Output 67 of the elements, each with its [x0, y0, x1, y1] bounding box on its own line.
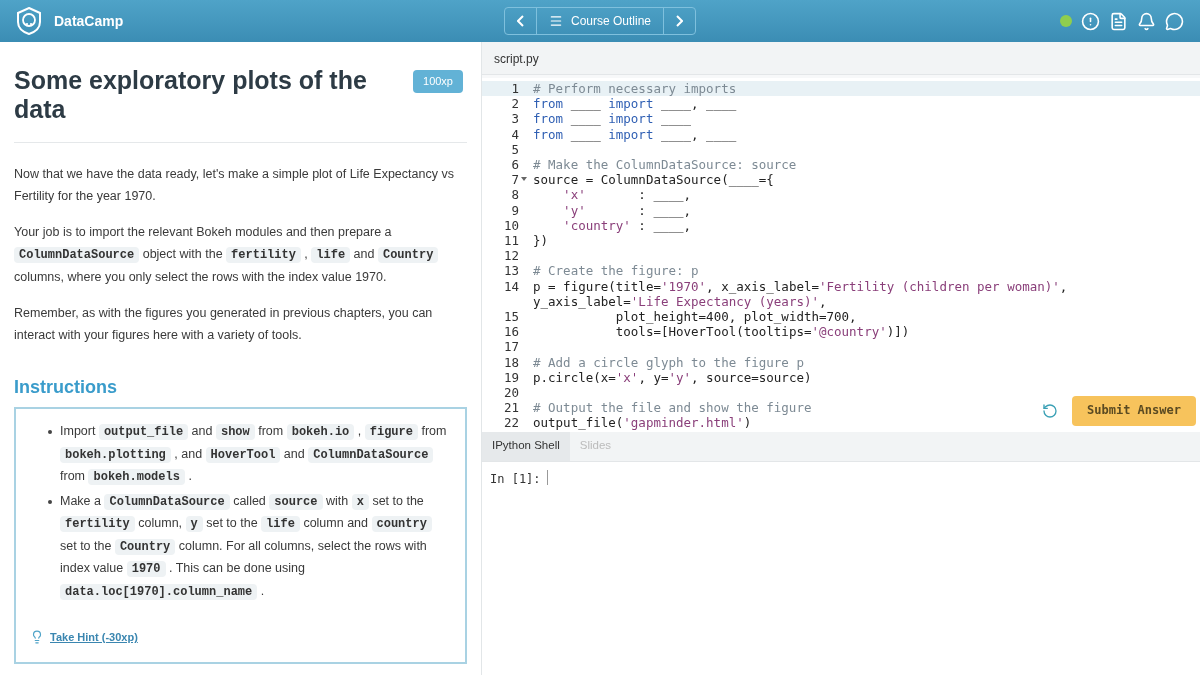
bullet-icon: [48, 499, 52, 504]
line-number: 16: [503, 324, 519, 340]
code-line: 'x' : ____,: [562, 187, 693, 203]
chevron-left-icon: [516, 15, 524, 27]
line-number: 17: [503, 339, 519, 355]
line-number: 21: [503, 400, 519, 416]
brand-name: DataCamp: [54, 11, 124, 31]
line-number: 6: [511, 157, 519, 173]
code-line: from ____ import ____, ____: [532, 126, 738, 142]
code-line: from ____ import ____, ____: [532, 96, 738, 112]
take-hint-link[interactable]: Take Hint (-30xp): [50, 629, 138, 646]
line-number: 22: [503, 415, 519, 431]
code-line: # Perform necessary imports: [532, 81, 738, 97]
line-number: 11: [503, 233, 519, 249]
line-number: 18: [503, 354, 519, 370]
line-number: 5: [511, 141, 519, 157]
instruction-item: Make a ColumnDataSource called source with x set to the fertility column, y set to the life column and country set to the Country column. For all columns, select the rows with index value 1970 . This can be done using data.loc[1970].column_name .: [60, 490, 451, 603]
line-number: 7: [511, 172, 519, 188]
fold-caret-icon[interactable]: [520, 177, 527, 182]
line-number: 20: [503, 385, 519, 401]
line-number: 8: [511, 187, 519, 203]
code-line: }): [532, 233, 550, 249]
chat-icon[interactable]: [1165, 11, 1184, 31]
line-number: 14: [503, 278, 519, 294]
line-number: 13: [503, 263, 519, 279]
line-number: 10: [503, 217, 519, 234]
menu-icon: [548, 14, 563, 28]
reset-icon[interactable]: [1042, 403, 1058, 419]
code-line: # Add a circle glyph to the figure p: [532, 354, 805, 370]
code-line: output_file('gapminder.html'): [532, 415, 753, 431]
line-number: 4: [511, 126, 519, 142]
shell-tab[interactable]: IPython Shell: [482, 431, 570, 461]
logo-icon: [16, 7, 42, 35]
submit-answer-button[interactable]: Submit Answer: [1072, 396, 1196, 426]
code-editor[interactable]: [482, 78, 1200, 432]
instructions-heading: Instructions: [14, 376, 118, 399]
exercise-title: Some exploratory plots of the data: [14, 66, 368, 124]
line-number: 1: [511, 81, 519, 97]
description-paragraph: Remember, as with the figures you generated in previous chapters, you can interact with your figures here with a variety of tools.: [14, 305, 434, 344]
description-paragraph: Your job is to import the relevant Bokeh modules and then prepare a ColumnDataSource object with the fertility , life and Country columns, where you only select the rows with the index value 1970.: [14, 221, 467, 288]
code-line: # Create the figure: p: [532, 263, 700, 279]
line-number: 9: [511, 202, 519, 218]
code-line: # Output the file and show the figure: [532, 400, 813, 416]
code-line: p.circle(x='x', y='y', source=source): [532, 369, 813, 386]
bullet-icon: [48, 430, 52, 434]
description-paragraph: Now that we have the data ready, let's make a simple plot of Life Expectancy vs Fertility for the year 1970.: [14, 166, 455, 205]
xp-badge: 100xp: [413, 70, 463, 93]
code-line: tools=[HoverTool(tooltips='@country')]): [614, 324, 911, 340]
line-number: 15: [503, 309, 519, 325]
code-line: plot_height=400, plot_width=700,: [614, 309, 858, 325]
code-line: # Make the ColumnDataSource: source: [532, 157, 798, 173]
line-number: 3: [511, 111, 519, 127]
document-icon[interactable]: [1109, 11, 1128, 31]
line-number: 12: [503, 248, 519, 264]
alert-icon[interactable]: [1081, 11, 1100, 31]
lightbulb-icon: [30, 630, 44, 645]
instruction-item: Import output_file and show from bokeh.io , figure from bokeh.plotting , and HoverTool and ColumnDataSource from bokeh.models .: [60, 423, 448, 487]
code-line: 'country' : ____,: [562, 217, 693, 234]
line-number: 2: [511, 96, 519, 112]
shell-prompt: In [1]:: [490, 471, 541, 488]
code-line: 'y' : ____,: [562, 202, 693, 218]
code-line: from ____ import ____: [532, 111, 693, 127]
line-number: 19: [503, 369, 519, 386]
code-line: source = ColumnDataSource(____={: [532, 172, 775, 188]
chevron-right-icon: [676, 15, 683, 27]
notification-icon[interactable]: [1137, 11, 1156, 31]
text-cursor: [546, 470, 548, 485]
